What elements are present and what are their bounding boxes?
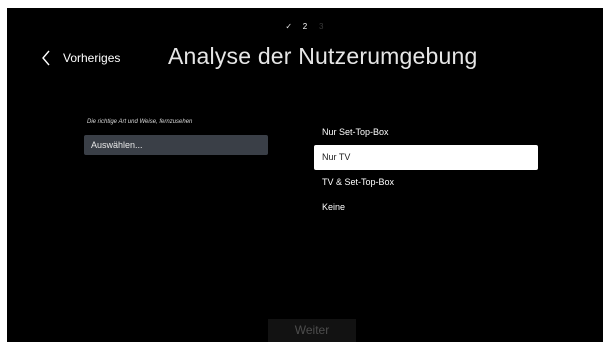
chevron-left-icon — [42, 50, 50, 66]
viewing-method-label: Die richtige Art und Weise, fernzusehen — [87, 119, 193, 125]
back-button[interactable]: Vorheriges — [41, 48, 120, 68]
option-none[interactable]: Keine — [314, 195, 538, 220]
next-button[interactable]: Weiter — [268, 319, 356, 342]
viewing-method-select[interactable]: Auswählen... — [84, 135, 268, 155]
page-title: Analyse der Nutzerumgebung — [168, 43, 478, 69]
step-2-indicator: 2 — [302, 22, 308, 31]
step-indicator: ✓ 2 3 — [7, 22, 603, 31]
step-3-indicator: 3 — [319, 22, 324, 31]
viewing-method-options: Nur Set-Top-Box Nur TV TV & Set-Top-Box … — [314, 120, 538, 220]
option-set-top-box-only[interactable]: Nur Set-Top-Box — [314, 120, 538, 145]
option-tv-only[interactable]: Nur TV — [314, 145, 538, 170]
option-tv-and-set-top-box[interactable]: TV & Set-Top-Box — [314, 170, 538, 195]
tv-screen: ✓ 2 3 Vorheriges Analyse der Nutzerumgeb… — [7, 8, 603, 342]
step-1-check-icon: ✓ — [285, 22, 293, 31]
back-button-label: Vorheriges — [63, 51, 121, 65]
